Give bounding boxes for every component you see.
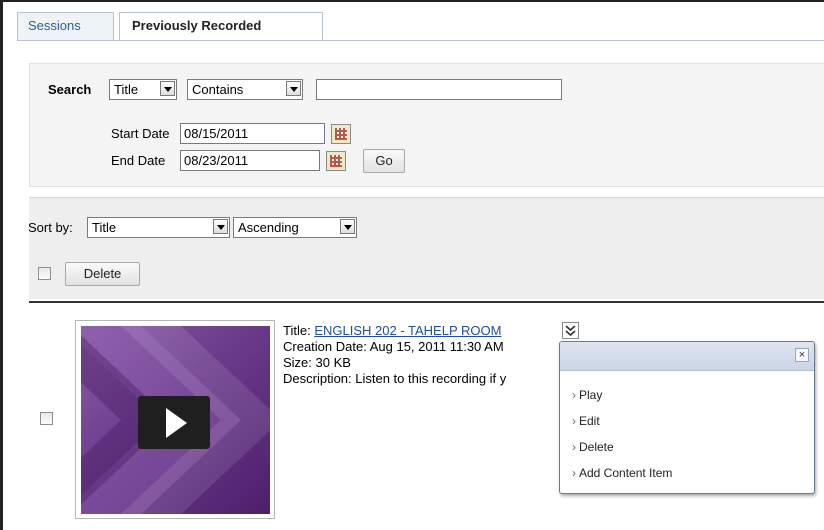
menu-item-label: Delete (579, 440, 614, 454)
search-operator-select[interactable]: Contains (187, 79, 303, 100)
search-operator-value: Contains (192, 82, 244, 97)
options-chevron-button[interactable] (562, 322, 579, 339)
arrow-right-icon: › (572, 414, 576, 428)
tab-sessions[interactable]: Sessions (17, 12, 114, 40)
end-date-input[interactable]: 08/23/2011 (180, 150, 320, 171)
select-all-checkbox[interactable] (38, 267, 51, 280)
chevron-down-icon[interactable] (286, 81, 301, 96)
tabs-divider (17, 40, 824, 41)
close-icon[interactable]: × (795, 348, 809, 362)
sort-toolbar: Sort by: Title Ascending Delete (28, 197, 824, 299)
sort-field-value: Title (92, 220, 117, 235)
context-menu-header: × (560, 342, 814, 371)
search-label: Search (48, 82, 92, 97)
description-text: Description: Listen to this recording if… (283, 371, 507, 386)
menu-item-delete[interactable]: › Delete (572, 440, 614, 454)
recording-title-line: Title: ENGLISH 202 - TAHELP ROOM (283, 323, 501, 338)
arrow-right-icon: › (572, 466, 576, 480)
chevron-down-icon[interactable] (213, 219, 228, 234)
search-panel: Search Title Contains Start Date 08/15/2… (29, 63, 824, 187)
menu-item-label: Play (579, 388, 603, 402)
creation-date-text: Creation Date: Aug 15, 2011 11:30 AM (283, 339, 504, 354)
menu-item-add-content-item[interactable]: › Add Content Item (572, 466, 672, 480)
arrow-right-icon: › (572, 440, 576, 454)
start-date-input[interactable]: 08/15/2011 (180, 123, 325, 144)
double-chevron-down-icon (565, 325, 576, 337)
calendar-icon[interactable] (331, 124, 351, 144)
recording-thumbnail[interactable] (75, 320, 275, 519)
sort-order-select[interactable]: Ascending (233, 217, 357, 238)
search-field-select[interactable]: Title (109, 79, 177, 100)
recording-title-link[interactable]: ENGLISH 202 - TAHELP ROOM (314, 323, 501, 338)
size-text: Size: 30 KB (283, 355, 351, 370)
arrow-right-icon: › (572, 388, 576, 402)
go-button[interactable]: Go (363, 149, 405, 173)
chevron-down-icon[interactable] (160, 81, 175, 96)
sort-field-select[interactable]: Title (87, 217, 230, 238)
start-date-label: Start Date (111, 126, 170, 141)
video-thumbnail-image (81, 326, 270, 514)
chevron-pattern-icon (81, 326, 270, 514)
menu-item-label: Add Content Item (579, 466, 673, 480)
recording-checkbox[interactable] (40, 412, 53, 425)
tab-previously-recorded[interactable]: Previously Recorded (119, 12, 323, 41)
title-label: Title: (283, 323, 311, 338)
menu-item-edit[interactable]: › Edit (572, 414, 600, 428)
sort-label: Sort by: (28, 220, 73, 235)
context-menu: × › Play › Edit › Delete › Add Content Item (559, 341, 815, 494)
sort-order-value: Ascending (238, 220, 299, 235)
delete-button[interactable]: Delete (65, 262, 140, 286)
end-date-label: End Date (111, 153, 166, 168)
search-field-value: Title (114, 82, 139, 97)
search-input[interactable] (316, 79, 562, 100)
menu-item-label: Edit (579, 414, 600, 428)
section-divider (29, 301, 824, 303)
calendar-icon[interactable] (326, 151, 346, 171)
menu-item-play[interactable]: › Play (572, 388, 602, 402)
chevron-down-icon[interactable] (340, 219, 355, 234)
